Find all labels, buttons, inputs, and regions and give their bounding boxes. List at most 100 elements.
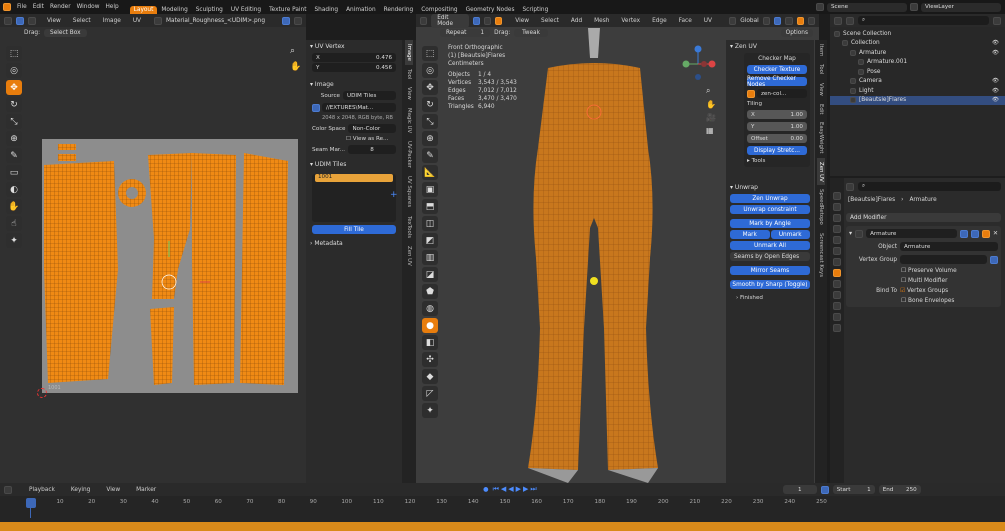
zen-uv-header[interactable]: ▾ Zen UV <box>726 40 814 53</box>
uv-sync-icon[interactable] <box>28 16 36 25</box>
scale-tool-icon[interactable]: ⤡ <box>422 114 438 129</box>
rotate-tool-icon[interactable]: ↻ <box>422 97 438 112</box>
render-props-icon[interactable] <box>833 203 841 211</box>
start-frame-field[interactable]: Start 1 <box>832 485 875 494</box>
outliner-item-light[interactable]: Light 👁 <box>830 86 1005 96</box>
unmark-all-button[interactable]: Unmark All <box>730 241 810 250</box>
rip-tool-icon[interactable]: ▭ <box>6 165 22 180</box>
checker-texture-button[interactable]: Checker Texture <box>747 65 807 74</box>
zen-unwrap-button[interactable]: Zen Unwrap <box>730 194 810 203</box>
invert-icon[interactable] <box>990 255 998 264</box>
timeline-scrollbar[interactable] <box>0 522 1005 531</box>
udim-tile-item[interactable]: 1001 <box>315 174 393 182</box>
fill-tile-button[interactable]: Fill Tile <box>312 225 396 234</box>
menu-edit[interactable]: Edit <box>30 4 47 10</box>
poly-build-tool-icon[interactable]: ⬟ <box>422 284 438 299</box>
options-dropdown[interactable]: Options <box>780 29 813 37</box>
workspace-tab-layout[interactable]: Layout <box>129 6 158 14</box>
display-mode-icon[interactable] <box>846 16 854 25</box>
tools-subpanel[interactable]: ▸ Tools <box>747 158 807 164</box>
select-box-tool-icon[interactable]: ⬚ <box>6 46 22 61</box>
mark-by-angle-button[interactable]: Mark by Angle <box>730 219 810 228</box>
uv-canvas[interactable] <box>42 139 298 393</box>
sidebar-tab-image[interactable]: Image <box>405 40 413 65</box>
menu-image[interactable]: Image <box>100 18 124 24</box>
view-layer-icon[interactable] <box>910 3 918 11</box>
fake-user-icon[interactable] <box>282 16 290 25</box>
visibility-eye-icon[interactable]: 👁 <box>992 78 999 84</box>
metadata-panel-header[interactable]: › Metadata <box>306 237 402 250</box>
viewport-toggle-icon[interactable] <box>970 229 979 238</box>
record-icon[interactable]: ● <box>483 486 488 493</box>
render-toggle-icon[interactable] <box>981 229 990 238</box>
ortho-grid-icon[interactable]: ▦ <box>706 126 716 135</box>
uv-y-field[interactable]: Y 0.456 <box>312 63 396 72</box>
sidebar-tab-zen-uv[interactable]: Zen UV <box>405 242 413 270</box>
playback-controls[interactable]: ⏮◀◀▶▶⏭ <box>493 485 539 494</box>
zoom-icon[interactable]: ⌕ <box>706 86 716 96</box>
close-icon[interactable]: ✕ <box>993 230 998 237</box>
outliner-item-collection[interactable]: Collection 👁 <box>830 39 1005 49</box>
finished-subpanel[interactable]: › Finished <box>730 295 810 301</box>
sidebar-tab-tool[interactable]: Tool <box>817 60 825 78</box>
snap-icon[interactable] <box>762 16 770 25</box>
constraints-props-icon[interactable] <box>833 302 841 310</box>
grab-tool-icon[interactable]: ◐ <box>6 182 22 197</box>
modifier-name-field[interactable]: Armature <box>866 229 957 238</box>
add-modifier-button[interactable]: Add Modifier <box>846 213 1001 222</box>
scene-selector[interactable]: Scene <box>827 2 907 12</box>
menu-uv[interactable]: UV <box>701 18 715 24</box>
udim-list[interactable]: 1001 <box>312 174 396 222</box>
tool-props-icon[interactable] <box>833 192 841 200</box>
menu-file[interactable]: File <box>14 4 30 10</box>
mirror-seams-button[interactable]: Mirror Seams <box>730 266 810 275</box>
sidebar-tab-screencast-keys[interactable]: Screencast Keys <box>817 229 825 281</box>
blender-logo-icon[interactable] <box>3 3 11 11</box>
select-box-tool-icon[interactable]: ⬚ <box>422 46 438 61</box>
editor-type-icon[interactable] <box>834 16 842 25</box>
output-props-icon[interactable] <box>833 214 841 222</box>
shading-material-icon[interactable] <box>807 16 815 25</box>
cursor-tool-icon[interactable]: ◎ <box>422 63 438 78</box>
uv-select-mode-icon[interactable] <box>16 16 24 25</box>
image-path-field[interactable]: //EXTURES\Mat... <box>322 103 396 112</box>
annotate-tool-icon[interactable]: ✎ <box>422 148 438 163</box>
outliner-item-armature-001[interactable]: Armature.001 <box>830 58 1005 68</box>
view-as-render-checkbox[interactable]: ☐ View as Re... <box>312 136 396 142</box>
menu-view[interactable]: View <box>103 487 123 493</box>
zoom-icon[interactable]: ⌕ <box>290 46 295 56</box>
new-image-icon[interactable] <box>294 16 302 25</box>
preserve-volume-checkbox[interactable]: ☐ Preserve Volume <box>849 268 998 274</box>
view-layer-props-icon[interactable] <box>833 225 841 233</box>
shrink-tool-icon[interactable]: ✣ <box>422 352 438 367</box>
workspace-tab-animation[interactable]: Animation <box>342 6 380 14</box>
menu-playback[interactable]: Playback <box>26 487 58 493</box>
bevel-tool-icon[interactable]: ◩ <box>422 233 438 248</box>
filter-icon[interactable] <box>993 16 1001 25</box>
object-props-icon[interactable] <box>833 258 841 266</box>
remove-checker-nodes-button[interactable]: Remove Checker Nodes <box>747 76 807 88</box>
properties-search-field[interactable]: ⌕ <box>858 182 1001 191</box>
zen-tool-icon[interactable]: ✦ <box>6 233 22 248</box>
menu-add[interactable]: Add <box>568 18 585 24</box>
vertex-groups-checkbox[interactable]: ☑ Vertex Groups <box>900 288 948 294</box>
current-frame-field[interactable]: 1 <box>782 485 817 494</box>
sidebar-tab-uv-packer[interactable]: UV-Packer <box>405 137 413 172</box>
image-browse-icon[interactable] <box>154 16 163 25</box>
repeat-field[interactable]: Repeat 1 <box>440 29 491 37</box>
scale-tool-icon[interactable]: ⤡ <box>6 114 22 129</box>
sidebar-tab-textools[interactable]: TexTools <box>405 212 413 242</box>
sidebar-tab-tool[interactable]: Tool <box>405 65 413 83</box>
workspace-tab-texture-paint[interactable]: Texture Paint <box>265 6 310 14</box>
visibility-eye-icon[interactable]: 👁 <box>992 97 999 103</box>
sidebar-tab-zen-uv[interactable]: Zen UV <box>817 157 825 186</box>
visibility-eye-icon[interactable]: 👁 <box>992 40 999 46</box>
editor-type-icon[interactable] <box>420 16 428 25</box>
sidebar-tab-edit[interactable]: Edit <box>817 100 825 118</box>
outliner-item--beautsie-flares[interactable]: [Beautsie]Flares 👁 <box>830 95 1005 105</box>
knife-tool-icon[interactable]: ◪ <box>422 267 438 282</box>
menu-render[interactable]: Render <box>47 4 74 10</box>
shading-solid-icon[interactable] <box>796 16 804 25</box>
mesh-object[interactable] <box>508 28 678 483</box>
move-tool-icon[interactable]: ✥ <box>422 80 438 95</box>
